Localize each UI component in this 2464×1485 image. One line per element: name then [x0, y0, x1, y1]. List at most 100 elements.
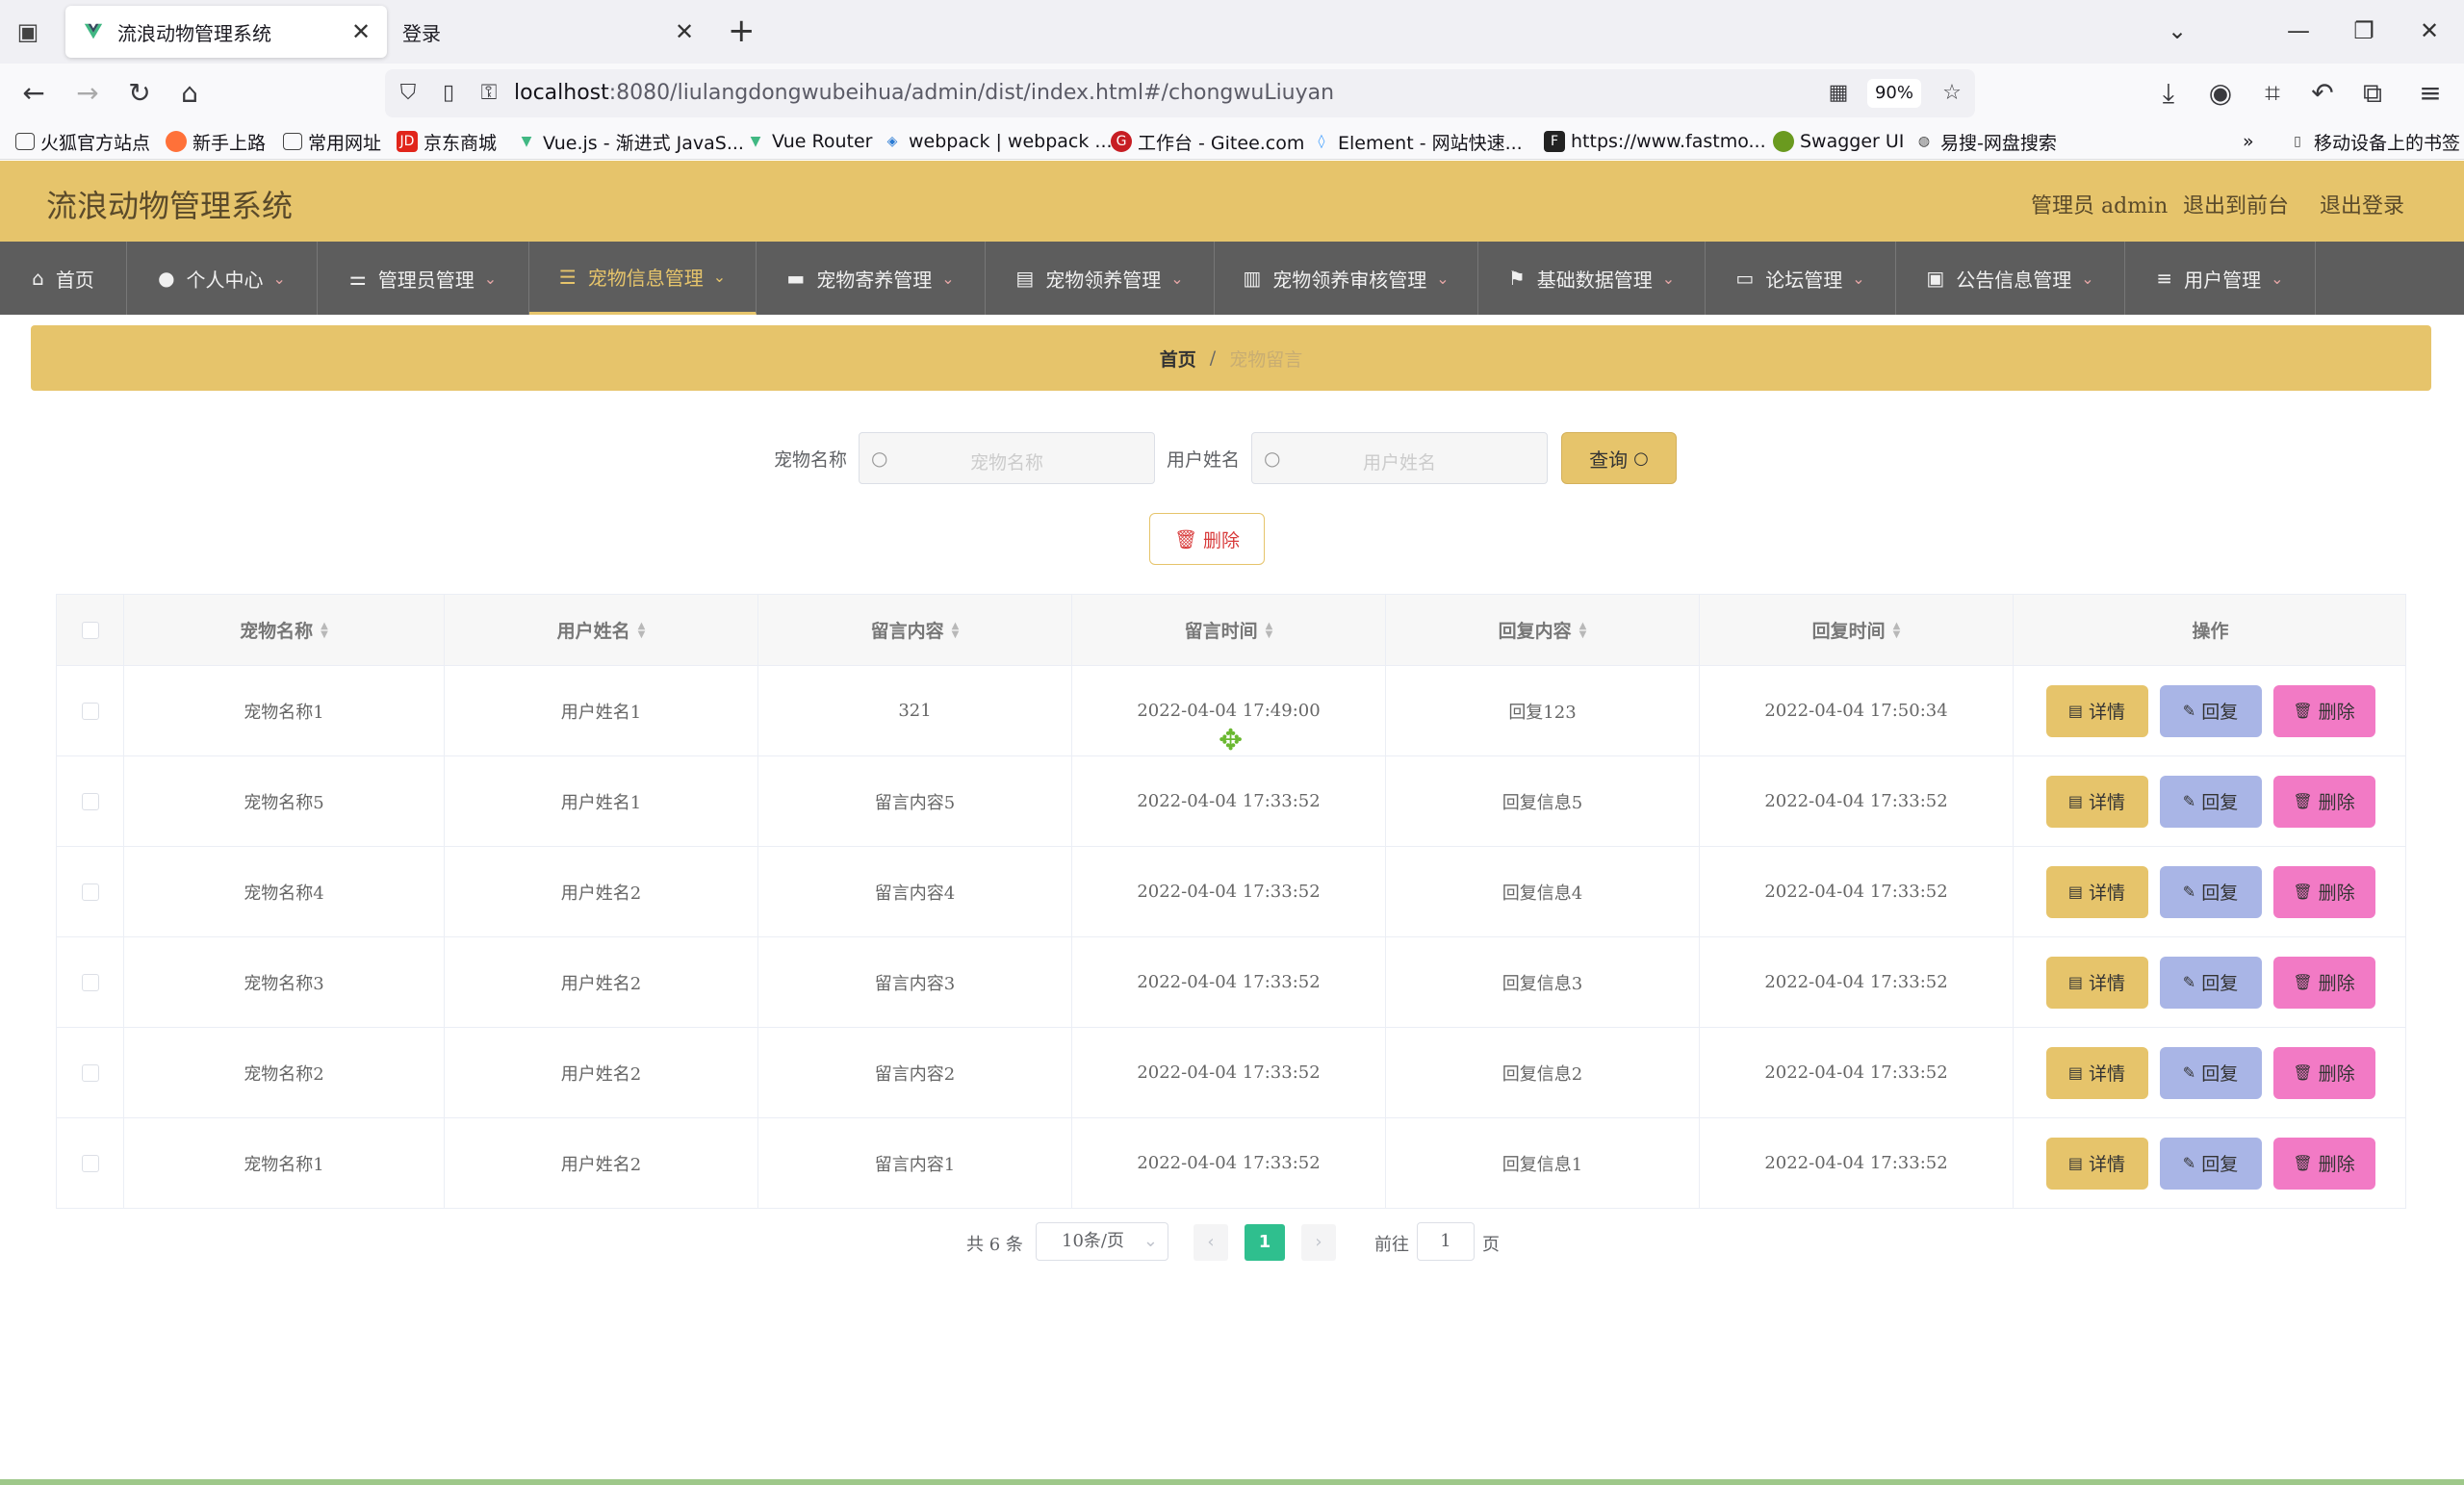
more-bookmarks-icon[interactable]: » — [2243, 127, 2254, 156]
new-tab-icon[interactable]: + — [728, 13, 756, 48]
reload-icon[interactable]: ↻ — [123, 77, 156, 110]
bookmark-item[interactable]: Fhttps://www.fastmo... — [1544, 127, 1766, 156]
bookmark-item[interactable]: Swagger UI — [1773, 127, 1904, 156]
row-checkbox[interactable] — [81, 973, 99, 991]
restore-icon[interactable]: ❐ — [2345, 13, 2383, 48]
delete-button[interactable]: 🗑 删除 — [2272, 865, 2375, 918]
breadcrumb-home[interactable]: 首页 — [1160, 346, 1196, 371]
delete-button[interactable]: 🗑 删除 — [2272, 775, 2375, 828]
bookmark-item[interactable]: ◊ Element - 网站快速... — [1311, 127, 1523, 156]
reply-button[interactable]: ✎ 回复 — [2159, 956, 2262, 1009]
delete-button[interactable]: 🗑 删除 — [2272, 684, 2375, 737]
account-icon[interactable]: ◉ — [2204, 77, 2237, 110]
col-header[interactable]: 回复内容 ▲ ▼ — [1386, 595, 1700, 665]
page-icon[interactable]: ▯ — [433, 77, 464, 110]
reply-button[interactable]: ✎ 回复 — [2159, 1046, 2262, 1099]
row-checkbox[interactable] — [81, 883, 99, 901]
col-header[interactable]: 用户姓名 ▲ ▼ — [445, 595, 758, 665]
reply-button[interactable]: ✎ 回复 — [2159, 775, 2262, 828]
detail-button[interactable]: ▤ 详情 — [2045, 775, 2148, 828]
bookmark-item[interactable]: ◈ webpack | webpack ... — [882, 127, 1113, 156]
reply-button[interactable]: ✎ 回复 — [2159, 684, 2262, 737]
url-bar[interactable]: ⛉ ▯ ⚿ localhost:8080/liulangdongwubeihua… — [385, 69, 1975, 117]
qr-code-icon[interactable]: ▦ — [1823, 77, 1854, 110]
delete-button[interactable]: 🗑 删除 — [2272, 1046, 2375, 1099]
tab-active[interactable]: 流浪动物管理系统 ✕ — [65, 6, 387, 58]
menu-item-profile[interactable]: ● 个人中心 ⌄ — [127, 242, 318, 315]
delete-button[interactable]: 🗑 删除 — [2272, 956, 2375, 1009]
row-checkbox[interactable] — [81, 792, 99, 810]
sort-icon[interactable]: ▲ ▼ — [1893, 621, 1901, 639]
detail-button[interactable]: ▤ 详情 — [2045, 684, 2148, 737]
bookmark-item[interactable]: 火狐官方站点 — [15, 127, 150, 156]
bookmark-item[interactable]: ◍ 易搜-网盘搜索 — [1913, 127, 2057, 156]
col-header[interactable]: 留言时间 ▲ ▼ — [1072, 595, 1386, 665]
bookmark-item[interactable]: 新手上路 — [166, 127, 266, 156]
row-checkbox[interactable] — [81, 702, 99, 720]
menu-item-admin[interactable]: ⚌ 管理员管理 ⌄ — [318, 242, 529, 315]
menu-item-adopt-review[interactable]: ▥ 宠物领养审核管理 ⌄ — [1215, 242, 1478, 315]
pet-name-input[interactable]: ○ 宠物名称 — [859, 432, 1155, 484]
extensions-icon[interactable]: ⧉ — [2356, 77, 2389, 110]
user-name-input[interactable]: ○ 用户姓名 — [1251, 432, 1548, 484]
sort-icon[interactable]: ▲ ▼ — [638, 621, 646, 639]
zoom-level[interactable]: 90% — [1867, 79, 1921, 108]
close-tab-icon[interactable]: ✕ — [670, 17, 699, 46]
menu-item-pet-info[interactable]: ☰ 宠物信息管理 ⌄ — [529, 242, 757, 315]
menu-item-forum[interactable]: ▭ 论坛管理 ⌄ — [1706, 242, 1896, 315]
row-checkbox[interactable] — [81, 1154, 99, 1172]
detail-button[interactable]: ▤ 详情 — [2045, 865, 2148, 918]
reply-button[interactable]: ✎ 回复 — [2159, 1137, 2262, 1190]
col-header[interactable]: 回复时间 ▲ ▼ — [1700, 595, 2014, 665]
close-window-icon[interactable]: ✕ — [2410, 13, 2449, 48]
menu-item-adopt[interactable]: ▤ 宠物领养管理 ⌄ — [986, 242, 1215, 315]
select-all-checkbox[interactable] — [81, 621, 99, 639]
page-number-current[interactable]: 1 — [1245, 1224, 1285, 1261]
bookmark-item[interactable]: JD 京东商城 — [397, 127, 497, 156]
menu-item-users[interactable]: ≡ 用户管理 ⌄ — [2125, 242, 2316, 315]
menu-item-home[interactable]: ⌂ 首页 — [0, 242, 127, 315]
reply-button[interactable]: ✎ 回复 — [2159, 865, 2262, 918]
sort-icon[interactable]: ▲ ▼ — [1579, 621, 1587, 639]
goto-page-input[interactable]: 1 — [1417, 1222, 1475, 1261]
forward-icon[interactable]: → — [71, 77, 104, 110]
close-tab-icon[interactable]: ✕ — [346, 17, 375, 46]
bookmark-item[interactable]: ▼ Vue Router — [745, 127, 873, 156]
bookmark-item[interactable]: ▼ Vue.js - 渐进式 JavaS... — [516, 127, 744, 156]
detail-button[interactable]: ▤ 详情 — [2045, 1137, 2148, 1190]
prev-page-button[interactable]: ‹ — [1194, 1224, 1228, 1261]
shield-icon[interactable]: ⛉ — [393, 77, 424, 110]
bookmark-item[interactable]: G 工作台 - Gitee.com — [1111, 127, 1304, 156]
menu-item-notice[interactable]: ▣ 公告信息管理 ⌄ — [1896, 242, 2125, 315]
detail-button[interactable]: ▤ 详情 — [2045, 1046, 2148, 1099]
logout-link[interactable]: 退出登录 — [2320, 189, 2404, 219]
home-icon[interactable]: ⌂ — [173, 77, 206, 110]
bookmark-item[interactable]: 常用网址 — [283, 127, 381, 156]
sort-icon[interactable]: ▲ ▼ — [952, 621, 960, 639]
bookmark-star-icon[interactable]: ☆ — [1937, 77, 1967, 110]
delete-button[interactable]: 🗑 删除 — [2272, 1137, 2375, 1190]
minimize-icon[interactable]: — — [2279, 13, 2318, 48]
tab-list-icon[interactable]: ▣ — [13, 17, 42, 46]
undo-icon[interactable]: ↶ — [2306, 77, 2339, 110]
app-menu-icon[interactable]: ≡ — [2414, 77, 2447, 110]
sort-icon[interactable]: ▲ ▼ — [321, 621, 328, 639]
mobile-bookmarks[interactable]: ▯ 移动设备上的书签 — [2287, 127, 2460, 156]
key-icon[interactable]: ⚿ — [474, 77, 504, 110]
menu-item-base-data[interactable]: ⚑ 基础数据管理 ⌄ — [1478, 242, 1706, 315]
crop-icon[interactable]: ⌗ — [2256, 77, 2289, 110]
next-page-button[interactable]: › — [1301, 1224, 1336, 1261]
url-text[interactable]: localhost:8080/liulangdongwubeihua/admin… — [514, 81, 1334, 105]
page-size-select[interactable]: 10条/页 ⌄ — [1036, 1222, 1168, 1261]
menu-item-foster[interactable]: ▬ 宠物寄养管理 ⌄ — [757, 242, 986, 315]
sort-icon[interactable]: ▲ ▼ — [1266, 621, 1273, 639]
list-all-tabs-icon[interactable]: ⌄ — [2158, 13, 2196, 48]
exit-to-front-link[interactable]: 退出到前台 — [2183, 189, 2289, 219]
col-header[interactable]: 宠物名称 ▲ ▼ — [124, 595, 445, 665]
back-icon[interactable]: ← — [17, 77, 50, 110]
batch-delete-button[interactable]: 🗑 删除 — [1149, 513, 1265, 565]
tab-inactive[interactable]: 登录 ✕ — [389, 6, 710, 58]
row-checkbox[interactable] — [81, 1063, 99, 1082]
download-icon[interactable]: ⤓ — [2152, 77, 2185, 110]
query-button[interactable]: 查询 ○ — [1561, 432, 1677, 484]
